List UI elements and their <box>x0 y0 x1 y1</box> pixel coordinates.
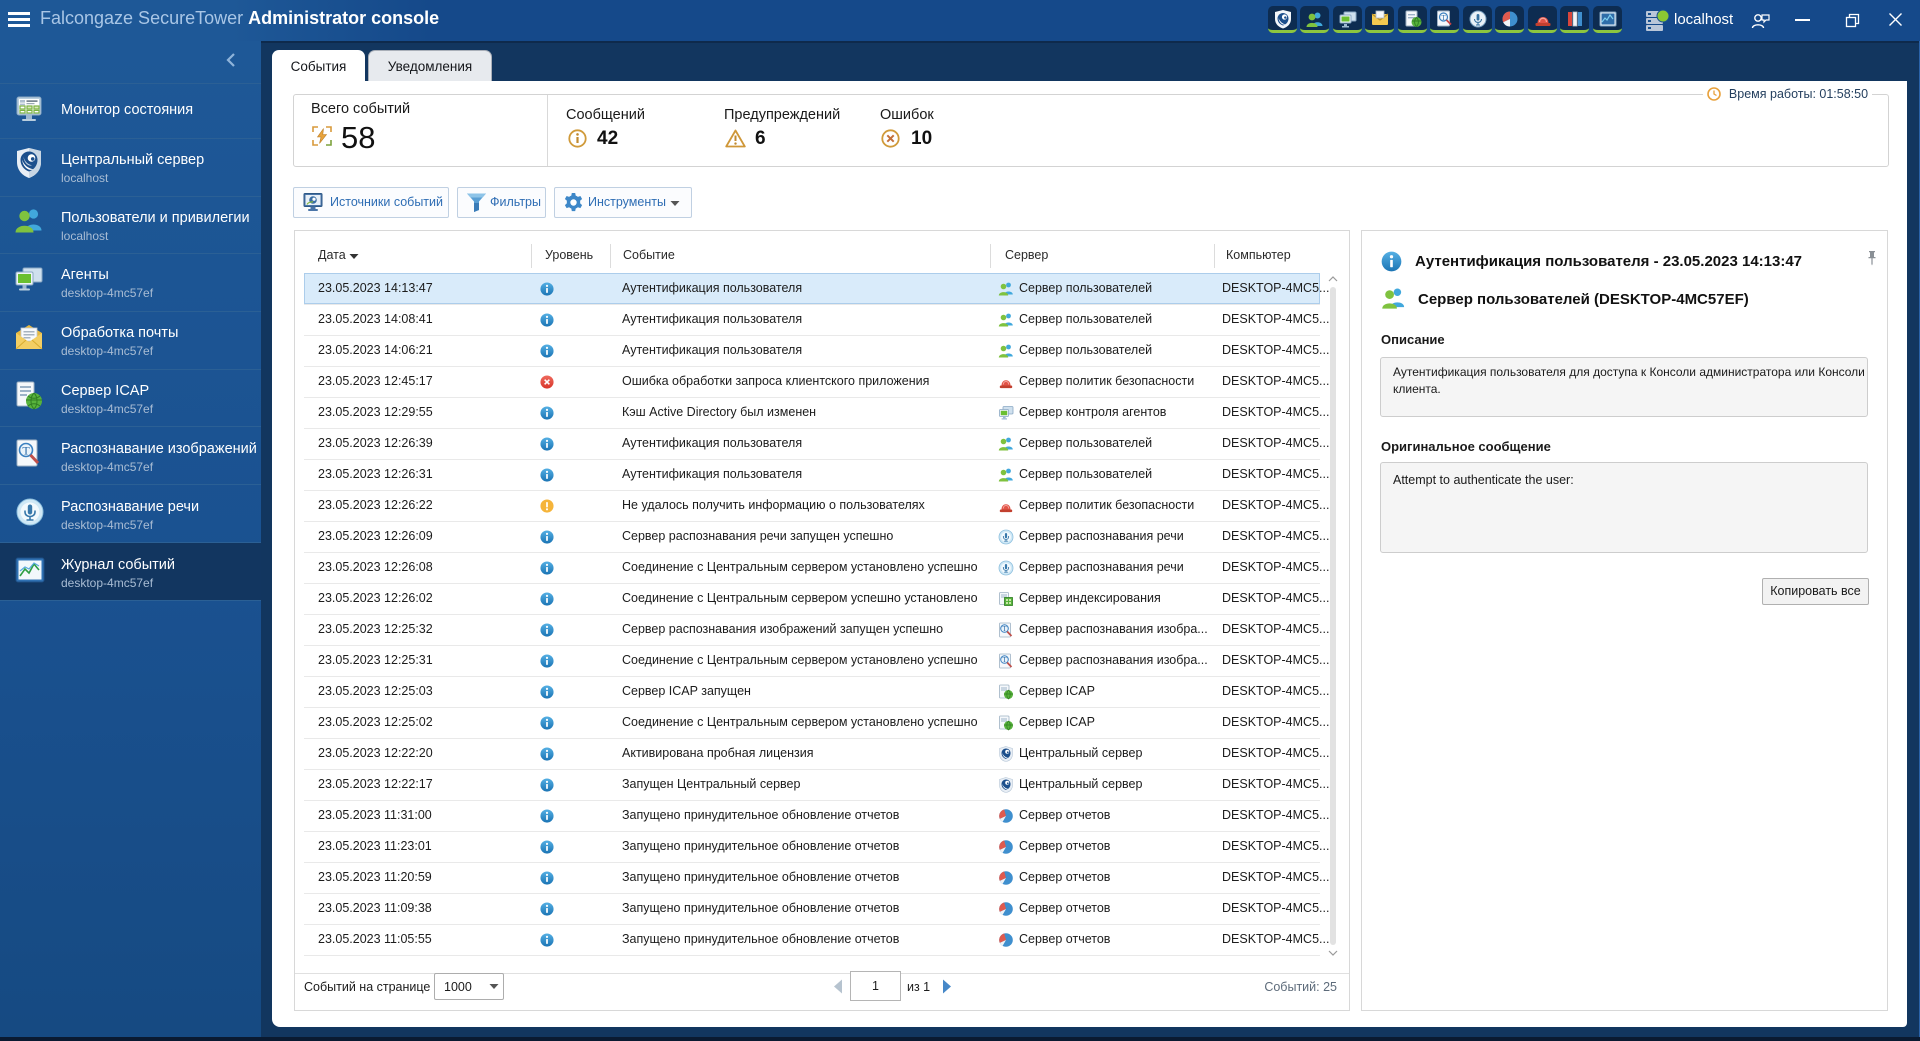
svg-text:T: T <box>22 444 30 458</box>
svg-text:T: T <box>1441 14 1446 22</box>
